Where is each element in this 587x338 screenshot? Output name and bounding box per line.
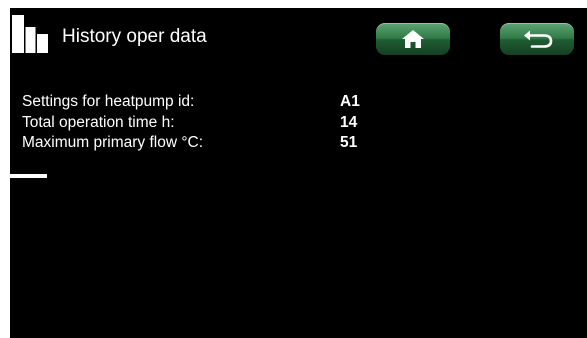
list-item: Total operation time h: 14 — [22, 113, 522, 134]
data-list: Settings for heatpump id: A1 Total opera… — [22, 92, 522, 154]
home-icon — [402, 30, 424, 48]
home-button[interactable] — [376, 23, 450, 55]
back-button[interactable] — [500, 23, 574, 55]
row-label: Maximum primary flow °C: — [22, 134, 204, 151]
row-value: 51 — [340, 134, 358, 151]
page-title: History oper data — [62, 26, 207, 47]
list-item: Settings for heatpump id: A1 — [22, 92, 522, 113]
divider — [10, 174, 47, 178]
back-arrow-icon — [524, 30, 553, 48]
bar-chart-icon — [12, 15, 50, 53]
list-item: Maximum primary flow °C: 51 — [22, 133, 522, 154]
screen: History oper data Settings for heatpump … — [10, 8, 587, 338]
row-value: A1 — [340, 93, 360, 110]
row-value: 14 — [340, 113, 358, 131]
row-label: Settings for heatpump id: — [22, 93, 195, 110]
row-label: Total operation time h: — [22, 113, 175, 131]
